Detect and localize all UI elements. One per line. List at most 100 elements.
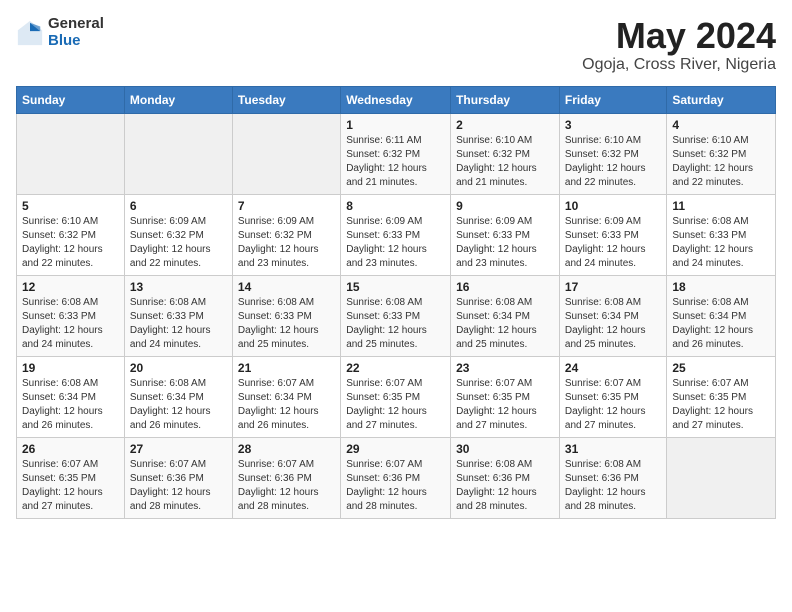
calendar-cell: 26 Sunrise: 6:07 AM Sunset: 6:35 PM Dayli… [17, 437, 125, 518]
day-number: 1 [346, 118, 445, 132]
calendar-cell: 11 Sunrise: 6:08 AM Sunset: 6:33 PM Dayli… [667, 194, 776, 275]
week-row-2: 5Sunrise: 6:10 AM Sunset: 6:32 PM Daylig… [17, 194, 776, 275]
week-row-3: 12 Sunrise: 6:08 AM Sunset: 6:33 PM Dayli… [17, 275, 776, 356]
calendar-cell: 27 Sunrise: 6:07 AM Sunset: 6:36 PM Dayli… [124, 437, 232, 518]
day-detail: Sunrise: 6:08 AM Sunset: 6:33 PM Dayligh… [346, 296, 445, 352]
day-detail: Sunrise: 6:07 AM Sunset: 6:35 PM Dayligh… [672, 377, 770, 433]
day-number: 21 [238, 361, 335, 375]
day-detail: Sunrise: 6:10 AM Sunset: 6:32 PM Dayligh… [672, 134, 770, 190]
day-number: 4 [672, 118, 770, 132]
week-row-1: 1 Sunrise: 6:11 AM Sunset: 6:32 PM Daylig… [17, 113, 776, 194]
weekday-header-thursday: Thursday [451, 86, 560, 113]
calendar-cell: 4 Sunrise: 6:10 AM Sunset: 6:32 PM Daylig… [667, 113, 776, 194]
day-number: 18 [672, 280, 770, 294]
location-subtitle: Ogoja, Cross River, Nigeria [582, 56, 776, 74]
day-detail: Sunrise: 6:10 AM Sunset: 6:32 PM Dayligh… [456, 134, 554, 190]
calendar-cell: 18 Sunrise: 6:08 AM Sunset: 6:34 PM Dayli… [667, 275, 776, 356]
day-number: 15 [346, 280, 445, 294]
calendar-cell [232, 113, 340, 194]
day-detail: Sunrise: 6:09 AM Sunset: 6:32 PM Dayligh… [238, 215, 335, 271]
calendar-cell [124, 113, 232, 194]
day-detail: Sunrise: 6:09 AM Sunset: 6:33 PM Dayligh… [346, 215, 445, 271]
calendar-body: 1 Sunrise: 6:11 AM Sunset: 6:32 PM Daylig… [17, 113, 776, 518]
day-detail: Sunrise: 6:11 AM Sunset: 6:32 PM Dayligh… [346, 134, 445, 190]
calendar-cell: 3 Sunrise: 6:10 AM Sunset: 6:32 PM Daylig… [559, 113, 666, 194]
calendar-cell: 13Sunrise: 6:08 AM Sunset: 6:33 PM Dayli… [124, 275, 232, 356]
title-block: May 2024 Ogoja, Cross River, Nigeria [582, 16, 776, 74]
calendar-header: SundayMondayTuesdayWednesdayThursdayFrid… [17, 86, 776, 113]
day-detail: Sunrise: 6:08 AM Sunset: 6:33 PM Dayligh… [22, 296, 119, 352]
day-number: 28 [238, 442, 335, 456]
weekday-header-monday: Monday [124, 86, 232, 113]
day-number: 6 [130, 199, 227, 213]
day-detail: Sunrise: 6:08 AM Sunset: 6:34 PM Dayligh… [565, 296, 661, 352]
calendar-cell: 17 Sunrise: 6:08 AM Sunset: 6:34 PM Dayli… [559, 275, 666, 356]
calendar-cell: 7 Sunrise: 6:09 AM Sunset: 6:32 PM Daylig… [232, 194, 340, 275]
calendar-table: SundayMondayTuesdayWednesdayThursdayFrid… [16, 86, 776, 519]
calendar-cell: 19Sunrise: 6:08 AM Sunset: 6:34 PM Dayli… [17, 356, 125, 437]
calendar-cell: 12 Sunrise: 6:08 AM Sunset: 6:33 PM Dayli… [17, 275, 125, 356]
calendar-cell: 20Sunrise: 6:08 AM Sunset: 6:34 PM Dayli… [124, 356, 232, 437]
day-detail: Sunrise: 6:07 AM Sunset: 6:35 PM Dayligh… [22, 458, 119, 514]
day-detail: Sunrise: 6:07 AM Sunset: 6:35 PM Dayligh… [346, 377, 445, 433]
day-detail: Sunrise: 6:07 AM Sunset: 6:35 PM Dayligh… [456, 377, 554, 433]
calendar-cell [667, 437, 776, 518]
weekday-header-friday: Friday [559, 86, 666, 113]
day-detail: Sunrise: 6:08 AM Sunset: 6:34 PM Dayligh… [672, 296, 770, 352]
calendar-cell: 23 Sunrise: 6:07 AM Sunset: 6:35 PM Dayli… [451, 356, 560, 437]
calendar-cell: 1 Sunrise: 6:11 AM Sunset: 6:32 PM Daylig… [341, 113, 451, 194]
day-number: 14 [238, 280, 335, 294]
day-detail: Sunrise: 6:08 AM Sunset: 6:34 PM Dayligh… [22, 377, 119, 433]
calendar-cell: 22 Sunrise: 6:07 AM Sunset: 6:35 PM Dayli… [341, 356, 451, 437]
day-number: 5 [22, 199, 119, 213]
calendar-cell: 2Sunrise: 6:10 AM Sunset: 6:32 PM Daylig… [451, 113, 560, 194]
day-number: 9 [456, 199, 554, 213]
day-detail: Sunrise: 6:10 AM Sunset: 6:32 PM Dayligh… [565, 134, 661, 190]
day-number: 24 [565, 361, 661, 375]
day-detail: Sunrise: 6:08 AM Sunset: 6:36 PM Dayligh… [565, 458, 661, 514]
day-number: 10 [565, 199, 661, 213]
calendar-cell: 9Sunrise: 6:09 AM Sunset: 6:33 PM Daylig… [451, 194, 560, 275]
day-detail: Sunrise: 6:07 AM Sunset: 6:35 PM Dayligh… [565, 377, 661, 433]
day-number: 16 [456, 280, 554, 294]
calendar-cell: 28 Sunrise: 6:07 AM Sunset: 6:36 PM Dayli… [232, 437, 340, 518]
weekday-header-sunday: Sunday [17, 86, 125, 113]
day-number: 17 [565, 280, 661, 294]
day-number: 22 [346, 361, 445, 375]
day-detail: Sunrise: 6:09 AM Sunset: 6:33 PM Dayligh… [565, 215, 661, 271]
calendar-cell: 31 Sunrise: 6:08 AM Sunset: 6:36 PM Dayli… [559, 437, 666, 518]
logo-text: General Blue [48, 16, 104, 49]
weekday-header-tuesday: Tuesday [232, 86, 340, 113]
day-number: 12 [22, 280, 119, 294]
calendar-cell: 10 Sunrise: 6:09 AM Sunset: 6:33 PM Dayli… [559, 194, 666, 275]
day-detail: Sunrise: 6:08 AM Sunset: 6:34 PM Dayligh… [456, 296, 554, 352]
day-detail: Sunrise: 6:08 AM Sunset: 6:33 PM Dayligh… [130, 296, 227, 352]
calendar-cell: 21Sunrise: 6:07 AM Sunset: 6:34 PM Dayli… [232, 356, 340, 437]
calendar-cell: 6 Sunrise: 6:09 AM Sunset: 6:32 PM Daylig… [124, 194, 232, 275]
day-detail: Sunrise: 6:07 AM Sunset: 6:36 PM Dayligh… [238, 458, 335, 514]
day-detail: Sunrise: 6:07 AM Sunset: 6:36 PM Dayligh… [130, 458, 227, 514]
calendar-cell: 14Sunrise: 6:08 AM Sunset: 6:33 PM Dayli… [232, 275, 340, 356]
day-number: 29 [346, 442, 445, 456]
calendar-cell: 15 Sunrise: 6:08 AM Sunset: 6:33 PM Dayli… [341, 275, 451, 356]
day-number: 3 [565, 118, 661, 132]
day-number: 26 [22, 442, 119, 456]
logo-icon [16, 19, 44, 47]
page-header: General Blue May 2024 Ogoja, Cross River… [16, 16, 776, 74]
day-number: 7 [238, 199, 335, 213]
day-number: 23 [456, 361, 554, 375]
logo-blue: Blue [48, 33, 104, 50]
calendar-cell: 30Sunrise: 6:08 AM Sunset: 6:36 PM Dayli… [451, 437, 560, 518]
weekday-header-wednesday: Wednesday [341, 86, 451, 113]
day-number: 31 [565, 442, 661, 456]
weekday-row: SundayMondayTuesdayWednesdayThursdayFrid… [17, 86, 776, 113]
weekday-header-saturday: Saturday [667, 86, 776, 113]
logo-general: General [48, 16, 104, 33]
day-detail: Sunrise: 6:08 AM Sunset: 6:33 PM Dayligh… [672, 215, 770, 271]
month-year-title: May 2024 [582, 16, 776, 56]
day-number: 27 [130, 442, 227, 456]
calendar-cell [17, 113, 125, 194]
day-detail: Sunrise: 6:09 AM Sunset: 6:32 PM Dayligh… [130, 215, 227, 271]
day-detail: Sunrise: 6:07 AM Sunset: 6:36 PM Dayligh… [346, 458, 445, 514]
day-number: 11 [672, 199, 770, 213]
